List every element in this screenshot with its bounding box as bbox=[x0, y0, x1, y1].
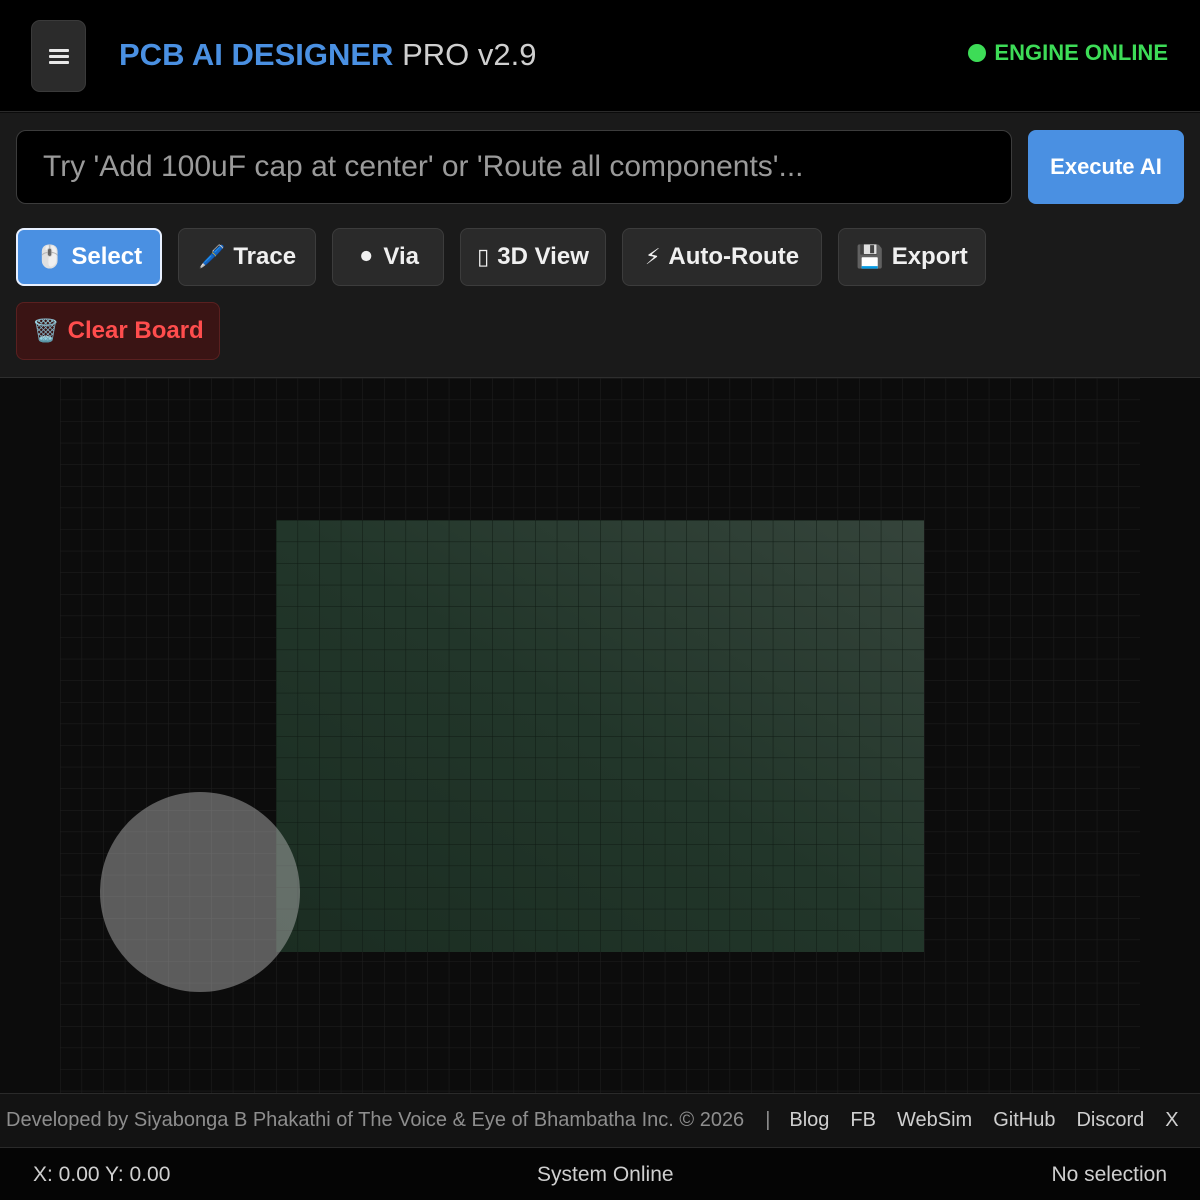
tool-trace-button[interactable]: 🖊️ Trace bbox=[178, 228, 316, 286]
tool-select-button[interactable]: 🖱️ Select bbox=[16, 228, 162, 286]
tool-3d-view-label: 3D View bbox=[497, 243, 589, 270]
hamburger-icon bbox=[48, 48, 69, 64]
tool-via-button[interactable]: ⚫ Via bbox=[332, 228, 444, 286]
app-version: PRO v2.9 bbox=[402, 37, 537, 72]
board-grid bbox=[276, 520, 924, 952]
tool-select-label: Select bbox=[71, 243, 143, 270]
toolbar: Execute AI 🖱️ Select 🖊️ Trace ⚫ Via ▯ 3D… bbox=[0, 113, 1200, 378]
link-github[interactable]: GitHub bbox=[993, 1109, 1055, 1132]
tool-export-button[interactable]: 💾 Export bbox=[838, 228, 986, 286]
status-dot-icon bbox=[968, 44, 987, 62]
lightning-icon: ⚡ bbox=[644, 244, 661, 269]
tool-auto-route-label: Auto-Route bbox=[668, 243, 800, 270]
pen-icon: 🖊️ bbox=[197, 244, 226, 269]
app-title: PCB AI DESIGNER PRO v2.9 bbox=[119, 36, 536, 74]
tool-3d-view-button[interactable]: ▯ 3D View bbox=[460, 228, 606, 286]
developer-credit: Developed by Siyabonga B Phakathi of The… bbox=[6, 1109, 745, 1131]
via-icon: ⚫ bbox=[356, 244, 376, 269]
link-fb[interactable]: FB bbox=[850, 1109, 876, 1132]
hamburger-menu-button[interactable] bbox=[31, 20, 86, 92]
touch-joystick[interactable] bbox=[100, 792, 300, 992]
engine-status: ENGINE ONLINE bbox=[968, 40, 1168, 66]
ai-command-input[interactable] bbox=[16, 130, 1012, 204]
cube-icon: ▯ bbox=[477, 244, 490, 269]
cursor-coordinates: X: 0.00 Y: 0.00 bbox=[33, 1163, 171, 1186]
link-discord[interactable]: Discord bbox=[1076, 1109, 1144, 1132]
pcb-canvas[interactable] bbox=[0, 378, 1200, 1093]
credits-footer: Developed by Siyabonga B Phakathi of The… bbox=[0, 1093, 1200, 1148]
app-header: PCB AI DESIGNER PRO v2.9 ENGINE ONLINE bbox=[0, 0, 1200, 112]
mouse-icon: 🖱️ bbox=[35, 244, 64, 269]
tool-export-label: Export bbox=[891, 243, 968, 270]
clear-board-label: Clear Board bbox=[67, 317, 204, 344]
execute-ai-button[interactable]: Execute AI bbox=[1028, 130, 1184, 204]
floppy-disk-icon: 💾 bbox=[856, 244, 884, 269]
pcb-workspace bbox=[60, 378, 1140, 1093]
tool-via-label: Via bbox=[383, 243, 420, 270]
tool-auto-route-button[interactable]: ⚡ Auto-Route bbox=[622, 228, 822, 286]
link-x[interactable]: X bbox=[1165, 1109, 1178, 1132]
engine-status-label: ENGINE ONLINE bbox=[994, 40, 1168, 65]
system-status: System Online bbox=[537, 1163, 674, 1186]
selection-status: No selection bbox=[1051, 1163, 1167, 1186]
app-brand: PCB AI DESIGNER bbox=[119, 37, 394, 72]
link-blog[interactable]: Blog bbox=[789, 1109, 829, 1132]
tool-trace-label: Trace bbox=[233, 243, 297, 270]
trash-icon: 🗑️ bbox=[32, 318, 60, 343]
footer-separator: | bbox=[765, 1109, 771, 1131]
clear-board-button[interactable]: 🗑️ Clear Board bbox=[16, 302, 220, 360]
status-bar: X: 0.00 Y: 0.00 System Online No selecti… bbox=[0, 1148, 1200, 1200]
link-websim[interactable]: WebSim bbox=[897, 1109, 972, 1132]
